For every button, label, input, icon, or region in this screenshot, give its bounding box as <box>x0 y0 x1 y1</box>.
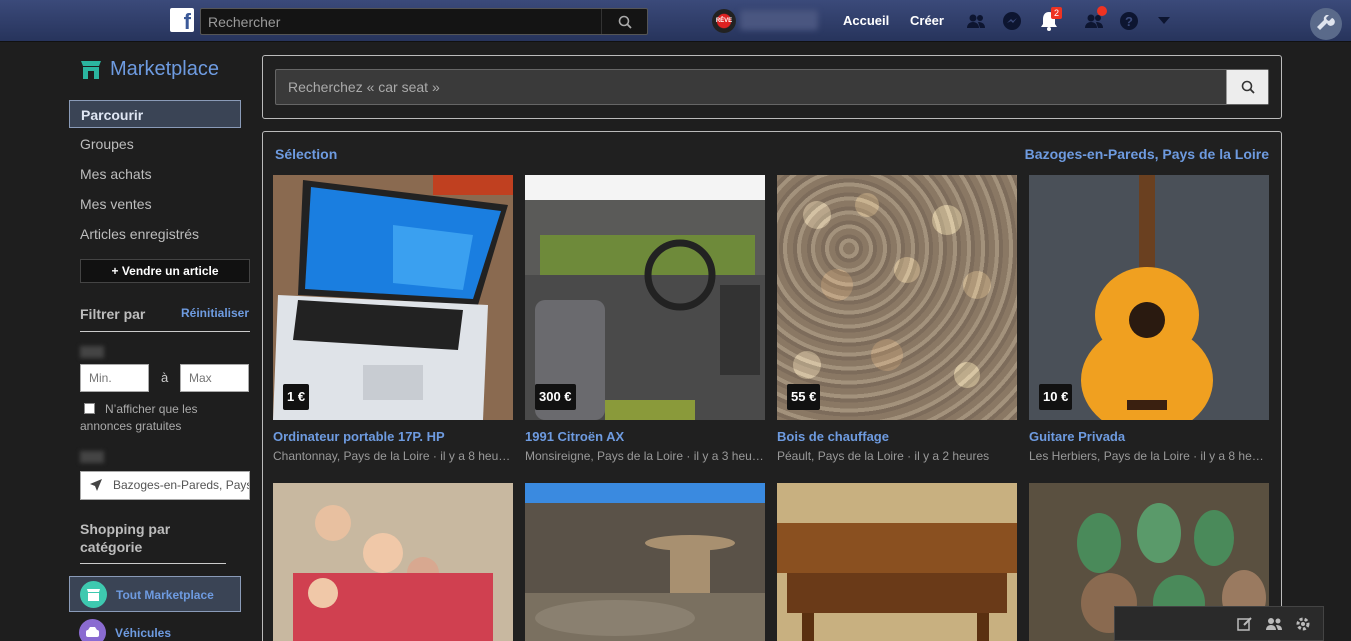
chevron-down-icon[interactable] <box>1153 10 1175 32</box>
listing-title[interactable]: Ordinateur portable 17P. HP <box>273 429 445 444</box>
marketplace-shop-icon <box>81 61 101 79</box>
sidebar-item-groups[interactable]: Groupes <box>69 130 241 158</box>
listing-photo: 55 € <box>777 175 1017 420</box>
listing-subtitle: Les Herbiers, Pays de la Loire · il y a … <box>1029 449 1269 463</box>
gear-icon[interactable] <box>1295 616 1311 632</box>
friends-icon[interactable] <box>965 10 987 32</box>
marketplace-search-button[interactable] <box>1226 70 1268 104</box>
sidebar-item-sales[interactable]: Mes ventes <box>69 190 241 218</box>
filter-heading: Filtrer par <box>80 306 146 322</box>
profile-name-blurred[interactable] <box>740 10 818 30</box>
sidebar-item-saved[interactable]: Articles enregistrés <box>69 220 241 248</box>
listing-photo: 10 € <box>1029 175 1269 420</box>
listing-price: 55 € <box>787 384 821 410</box>
max-price-input[interactable] <box>180 364 249 392</box>
compose-icon[interactable] <box>1237 616 1253 632</box>
listing-photo: 300 € <box>525 175 765 420</box>
marketplace-search <box>275 69 1269 105</box>
listing-photo: 1 € <box>273 175 513 420</box>
sidebar-item-purchases[interactable]: Mes achats <box>69 160 241 188</box>
listing-title[interactable]: Guitare Privada <box>1029 429 1125 444</box>
listing-photo <box>525 483 765 641</box>
categories-heading: Shopping par catégorie <box>80 521 171 555</box>
location-input[interactable]: Bazoges-en-Pareds, Pays de la Loire <box>80 471 250 500</box>
category-label: Tout Marketplace <box>116 588 214 602</box>
location-arrow-icon <box>90 479 102 491</box>
listing-price: 1 € <box>283 384 310 410</box>
global-search <box>200 8 648 35</box>
sell-item-label: Vendre un article <box>121 264 219 278</box>
section-title: Sélection <box>275 146 338 162</box>
marketplace-search-input[interactable] <box>276 70 1226 104</box>
listing-subtitle: Péault, Pays de la Loire · il y a 2 heur… <box>777 449 990 463</box>
listing-subtitle: Chantonnay, Pays de la Loire · il y a 8 … <box>273 449 513 463</box>
min-price-input[interactable] <box>80 364 149 392</box>
price-label-blurred <box>80 346 104 358</box>
sell-item-button[interactable]: + Vendre un article <box>80 259 250 283</box>
global-search-input[interactable] <box>201 9 601 34</box>
help-icon[interactable]: ? <box>1118 10 1140 32</box>
listing-photo <box>273 483 513 641</box>
divider <box>80 563 226 564</box>
search-icon <box>618 15 632 29</box>
plus-icon: + <box>111 264 122 278</box>
profile-avatar[interactable]: RÊVE <box>712 9 736 33</box>
listing-price: 10 € <box>1039 384 1073 410</box>
sidebar-item-browse[interactable]: Parcourir <box>69 100 241 128</box>
listing-title[interactable]: Bois de chauffage <box>777 429 889 444</box>
chat-bar <box>1114 606 1324 641</box>
svg-text:?: ? <box>1125 14 1133 29</box>
range-separator: à <box>161 370 169 385</box>
current-location-link[interactable]: Bazoges-en-Pareds, Pays de la Loire <box>1025 146 1269 162</box>
search-icon <box>1241 80 1255 94</box>
new-indicator-dot <box>1097 6 1107 16</box>
listing-price: 300 € <box>535 384 576 410</box>
free-only-label: N’afficher que les annonces gratuites <box>80 402 198 433</box>
category-all-marketplace[interactable]: Tout Marketplace <box>69 576 241 612</box>
messenger-icon[interactable] <box>1001 10 1023 32</box>
contacts-icon[interactable] <box>1265 616 1283 632</box>
location-label-blurred <box>80 451 104 463</box>
wrench-icon[interactable] <box>1310 8 1342 40</box>
marketplace-category-icon <box>80 581 107 608</box>
listing-title[interactable]: 1991 Citroën AX <box>525 429 624 444</box>
search-button[interactable] <box>601 9 647 34</box>
reset-filters-link[interactable]: Réinitialiser <box>181 306 249 320</box>
top-navigation-bar: f RÊVE Accueil Créer 2 ? <box>0 0 1351 42</box>
category-vehicles[interactable]: Véhicules <box>69 615 241 641</box>
facebook-logo-icon[interactable]: f <box>170 8 194 34</box>
car-icon <box>79 619 106 641</box>
listing-photo <box>777 483 1017 641</box>
create-link[interactable]: Créer <box>910 13 944 28</box>
marketplace-title: Marketplace <box>110 58 219 80</box>
divider <box>80 331 250 332</box>
home-link[interactable]: Accueil <box>843 13 889 28</box>
notifications-badge: 2 <box>1051 7 1063 19</box>
category-label: Véhicules <box>115 626 172 640</box>
listing-subtitle: Monsireigne, Pays de la Loire · il y a 3… <box>525 449 765 463</box>
